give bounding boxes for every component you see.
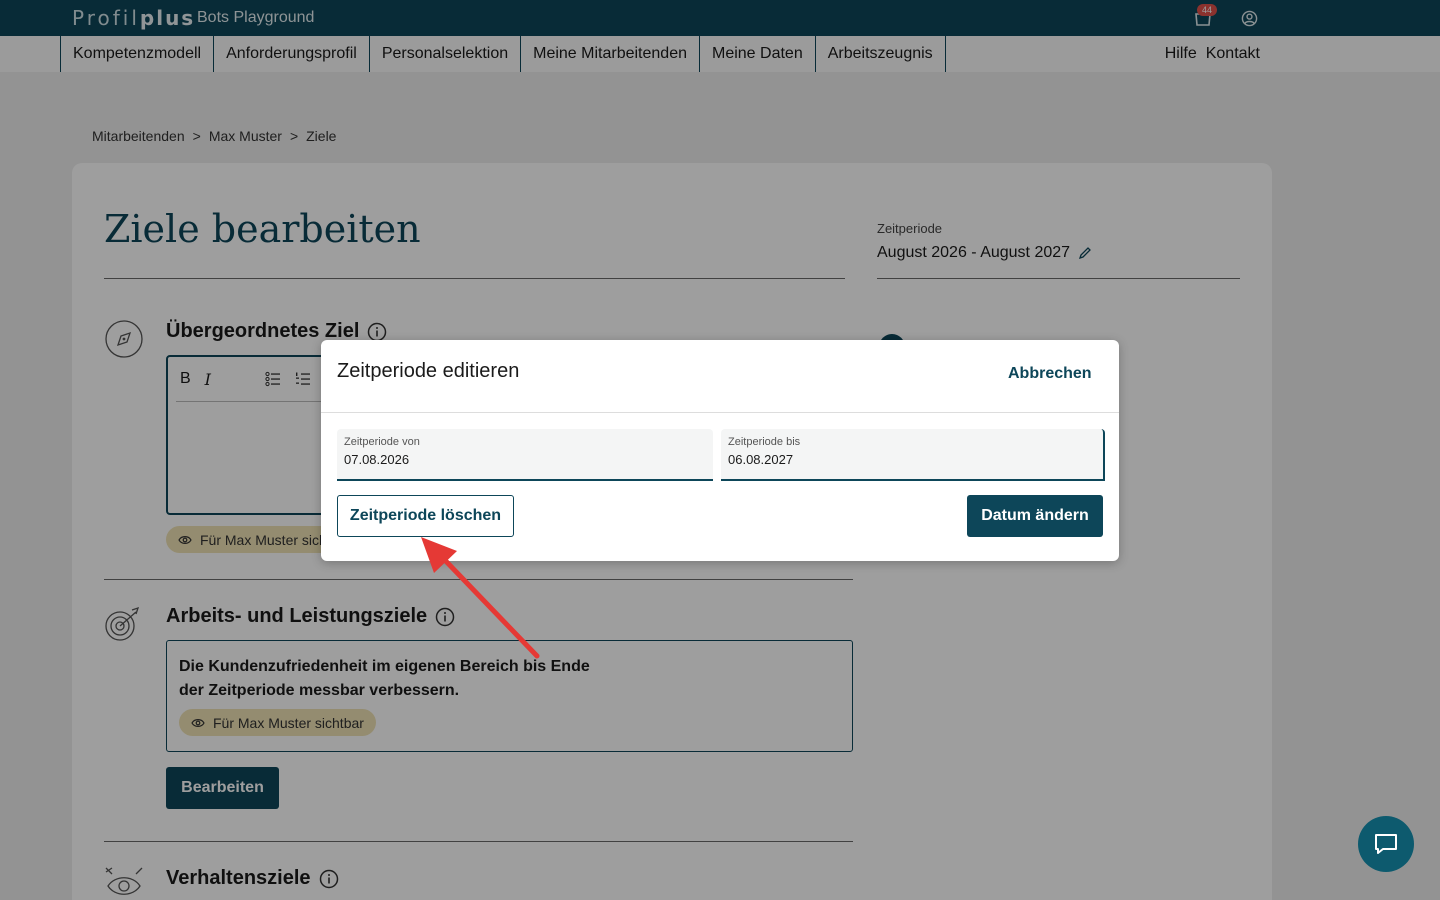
period-to-value: 06.08.2027 [728,452,794,467]
dialog-title: Zeitperiode editieren [337,360,520,382]
edit-period-dialog: Zeitperiode editieren Abbrechen Zeitperi… [321,340,1119,561]
period-to-label: Zeitperiode bis [728,436,801,448]
delete-period-button[interactable]: Zeitperiode löschen [337,495,514,537]
period-from-field[interactable]: Zeitperiode von 07.08.2026 [337,429,713,481]
chat-icon [1375,834,1397,854]
period-to-field[interactable]: Zeitperiode bis 06.08.2027 [721,429,1105,481]
chat-button[interactable] [1358,816,1414,872]
period-from-value: 07.08.2026 [344,452,410,467]
dialog-divider [321,412,1119,413]
change-date-button[interactable]: Datum ändern [967,495,1103,537]
period-from-label: Zeitperiode von [344,436,420,448]
cancel-button[interactable]: Abbrechen [1008,365,1092,383]
